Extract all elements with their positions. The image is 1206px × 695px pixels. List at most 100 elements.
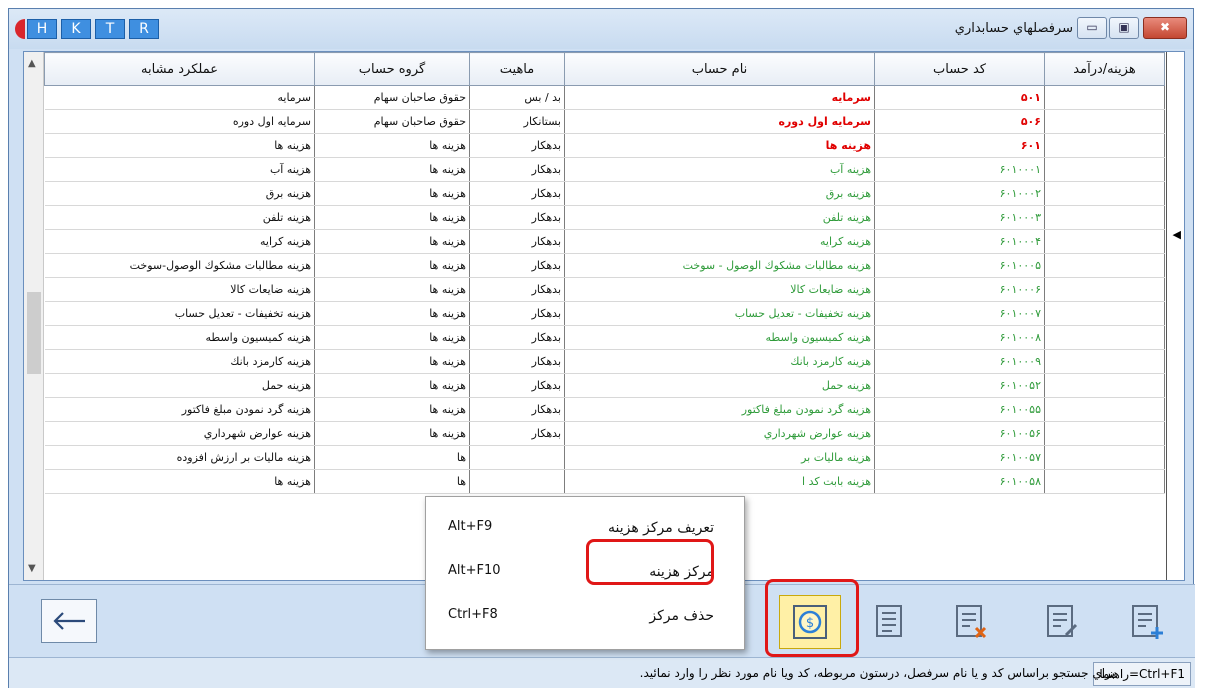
cell-nature[interactable]: بدهكار (469, 421, 565, 446)
cell-group[interactable]: هزينه ها (314, 349, 470, 374)
hotkey-h-button[interactable]: H (27, 19, 57, 39)
cell-code[interactable]: ۶۰۱۰۰۵۷ (874, 445, 1045, 470)
cell-nature[interactable]: بدهكار (469, 277, 565, 302)
cell-code[interactable]: ۶۰۱۰۰۰۱ (874, 157, 1045, 182)
cell-costrev[interactable] (1044, 373, 1165, 398)
cell-name[interactable]: هزينه تخفيفات - تعديل حساب (564, 301, 875, 326)
cell-group[interactable]: هزينه ها (314, 325, 470, 350)
scroll-thumb[interactable] (27, 292, 41, 374)
cell-name[interactable]: هزينه عوارض شهرداري (564, 421, 875, 446)
cell-name[interactable]: هزينه بابت كد ا (564, 469, 875, 494)
col-header-similar[interactable]: عملكرد مشابه (44, 52, 315, 86)
cell-group[interactable]: هزينه ها (314, 397, 470, 422)
cell-nature[interactable]: بدهكار (469, 325, 565, 350)
cell-code[interactable]: ۶۰۱۰۰۰۸ (874, 325, 1045, 350)
cell-costrev[interactable] (1044, 253, 1165, 278)
edit-account-button[interactable] (1034, 595, 1088, 647)
cell-similar[interactable]: هزينه ماليات بر ارزش افزوده (44, 445, 315, 470)
cell-name[interactable]: سرمايه اول دوره (564, 109, 875, 134)
col-header-name[interactable]: نام حساب (564, 52, 875, 86)
cell-name[interactable]: هزينه مطالبات مشكوك الوصول - سوخت (564, 253, 875, 278)
cell-nature[interactable]: بدهكار (469, 253, 565, 278)
table-row[interactable]: هزينه كميسيون واسطه هزينه ها بدهكار هزينه ك… (44, 325, 1165, 350)
table-row[interactable]: هزينه مطالبات مشكوك الوصول-سوخت هزينه ها ب… (44, 253, 1165, 278)
cell-costrev[interactable] (1044, 133, 1165, 158)
col-header-group[interactable]: گروه حساب (314, 52, 470, 86)
cell-group[interactable]: هزينه ها (314, 373, 470, 398)
report-button[interactable] (861, 595, 915, 647)
cell-name[interactable]: هزينه آب (564, 157, 875, 182)
close-button[interactable]: ✖ (1143, 17, 1187, 39)
cell-similar[interactable]: هزينه كرايه (44, 229, 315, 254)
menu-item-delete-center[interactable]: Ctrl+F8 حذف مركز (426, 595, 744, 635)
minimize-button[interactable]: ▭ (1077, 17, 1107, 39)
cell-similar[interactable]: هزينه حمل (44, 373, 315, 398)
cell-nature[interactable]: بدهكار (469, 229, 565, 254)
back-button[interactable] (41, 599, 97, 643)
cell-similar[interactable]: هزينه تخفيفات - تعديل حساب (44, 301, 315, 326)
cell-group[interactable]: ها (314, 469, 470, 494)
cell-costrev[interactable] (1044, 445, 1165, 470)
cell-nature[interactable]: بدهكار (469, 349, 565, 374)
cell-name[interactable]: هزينه ضايعات كالا (564, 277, 875, 302)
cell-code[interactable]: ۶۰۱۰۰۰۲ (874, 181, 1045, 206)
cell-code[interactable]: ۵۰۶ (874, 109, 1045, 134)
cell-nature[interactable] (469, 469, 565, 494)
table-row[interactable]: هزينه ها ها هزينه بابت كد ا ۶۰۱۰۰۵۸ (44, 469, 1165, 494)
cell-nature[interactable]: بدهكار (469, 301, 565, 326)
table-row[interactable]: هزينه كارمزد بانك هزينه ها بدهكار هزينه كار… (44, 349, 1165, 374)
cell-costrev[interactable] (1044, 301, 1165, 326)
cell-group[interactable]: هزينه ها (314, 421, 470, 446)
cell-costrev[interactable] (1044, 205, 1165, 230)
table-row[interactable]: هزينه ضايعات كالا هزينه ها بدهكار هزينه ضاي… (44, 277, 1165, 302)
hotkey-t-button[interactable]: T (95, 19, 125, 39)
cell-code[interactable]: ۶۰۱۰۰۰۷ (874, 301, 1045, 326)
cell-costrev[interactable] (1044, 397, 1165, 422)
table-row[interactable]: هزينه ها هزينه ها بدهكار هزينه ها ۶۰۱ (44, 133, 1165, 158)
cell-name[interactable]: هزينه كميسيون واسطه (564, 325, 875, 350)
cell-group[interactable]: هزينه ها (314, 229, 470, 254)
cost-center-button[interactable]: $ (779, 595, 841, 649)
table-row[interactable]: هزينه برق هزينه ها بدهكار هزينه برق ۶۰۱۰۰۰۲ (44, 181, 1165, 206)
table-row[interactable]: هزينه عوارض شهرداري هزينه ها بدهكار هزينه ع… (44, 421, 1165, 446)
cell-code[interactable]: ۶۰۱۰۰۵۸ (874, 469, 1045, 494)
table-row[interactable]: سرمايه حقوق صاحبان سهام بد / بس سرمايه ۵۰۱ (44, 85, 1165, 110)
cell-code[interactable]: ۶۰۱۰۰۰۹ (874, 349, 1045, 374)
cell-code[interactable]: ۵۰۱ (874, 85, 1045, 110)
cell-name[interactable]: هزينه ماليات بر (564, 445, 875, 470)
table-row[interactable]: هزينه ماليات بر ارزش افزوده ها هزينه ماليا… (44, 445, 1165, 470)
cell-costrev[interactable] (1044, 181, 1165, 206)
cell-group[interactable]: هزينه ها (314, 157, 470, 182)
cell-group[interactable]: حقوق صاحبان سهام (314, 85, 470, 110)
col-header-nature[interactable]: ماهيت (469, 52, 565, 86)
table-row[interactable]: هزينه تخفيفات - تعديل حساب هزينه ها بدهكار… (44, 301, 1165, 326)
cell-costrev[interactable] (1044, 277, 1165, 302)
cell-name[interactable]: هزينه برق (564, 181, 875, 206)
cell-code[interactable]: ۶۰۱۰۰۵۶ (874, 421, 1045, 446)
cell-costrev[interactable] (1044, 229, 1165, 254)
scroll-down-icon[interactable]: ▼ (28, 563, 36, 574)
cell-nature[interactable]: بدهكار (469, 205, 565, 230)
cell-name[interactable]: سرمايه (564, 85, 875, 110)
cell-code[interactable]: ۶۰۱۰۰۵۵ (874, 397, 1045, 422)
table-row[interactable]: سرمايه اول دوره حقوق صاحبان سهام بستانكار س… (44, 109, 1165, 134)
cell-group[interactable]: ها (314, 445, 470, 470)
delete-account-button[interactable] (943, 595, 997, 647)
vertical-scrollbar[interactable]: ▲ ▼ (24, 52, 44, 580)
cell-name[interactable]: هزينه تلفن (564, 205, 875, 230)
cell-costrev[interactable] (1044, 157, 1165, 182)
cell-similar[interactable]: هزينه كارمزد بانك (44, 349, 315, 374)
menu-item-define-cost-center[interactable]: Alt+F9 تعريف مركز هزينه (426, 507, 744, 547)
cell-group[interactable]: هزينه ها (314, 205, 470, 230)
scroll-up-icon[interactable]: ▲ (28, 58, 36, 69)
table-row[interactable]: هزينه تلفن هزينه ها بدهكار هزينه تلفن ۶۰۱۰۰۰… (44, 205, 1165, 230)
cell-name[interactable]: هزينه گرد نمودن مبلغ فاكتور (564, 397, 875, 422)
row-selector-column[interactable]: ◀ (1166, 52, 1184, 580)
cell-similar[interactable]: هزينه ها (44, 133, 315, 158)
cell-nature[interactable]: بدهكار (469, 181, 565, 206)
col-header-code[interactable]: كد حساب (874, 52, 1045, 86)
cell-similar[interactable]: هزينه مطالبات مشكوك الوصول-سوخت (44, 253, 315, 278)
col-header-costrev[interactable]: هزينه/درآمد (1044, 52, 1165, 86)
cell-similar[interactable]: سرمايه (44, 85, 315, 110)
cell-similar[interactable]: هزينه ها (44, 469, 315, 494)
